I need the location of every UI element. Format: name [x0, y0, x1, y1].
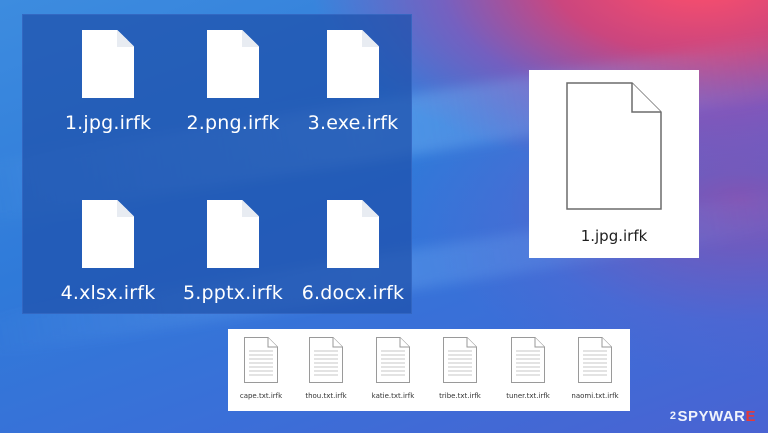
text-file-icon [578, 337, 612, 383]
desktop-background: 1.jpg.irfk 2.png.irfk 3.exe.irfk 4.xlsx.… [0, 0, 768, 433]
file-item[interactable]: 1.jpg.irfk [44, 30, 172, 134]
file-item[interactable]: naomi.txt.irfk [565, 337, 625, 400]
file-name: 6.docx.irfk [301, 282, 405, 304]
file-item[interactable]: tuner.txt.irfk [498, 337, 558, 400]
text-files-strip[interactable]: cape.txt.irfk thou.txt.irfk katie.txt.ir… [228, 329, 630, 411]
file-name: 5.pptx.irfk [183, 282, 283, 304]
file-icon [327, 200, 379, 268]
file-name: 2.png.irfk [186, 112, 280, 134]
file-name: cape.txt.irfk [239, 392, 283, 400]
file-name: 4.xlsx.irfk [60, 282, 156, 304]
file-item[interactable]: 2.png.irfk [169, 30, 297, 134]
text-file-icon [376, 337, 410, 383]
file-name: tribe.txt.irfk [439, 392, 481, 400]
file-item[interactable]: 3.exe.irfk [289, 30, 417, 134]
file-name: katie.txt.irfk [371, 392, 415, 400]
file-item[interactable]: 6.docx.irfk [289, 200, 417, 304]
watermark-number: 2 [669, 410, 677, 422]
file-item[interactable]: cape.txt.irfk [231, 337, 291, 400]
file-item[interactable]: tribe.txt.irfk [430, 337, 490, 400]
file-item[interactable]: thou.txt.irfk [296, 337, 356, 400]
file-name: thou.txt.irfk [305, 392, 347, 400]
watermark-accent-letter: E [745, 408, 756, 425]
file-item[interactable]: 4.xlsx.irfk [44, 200, 172, 304]
file-icon [82, 30, 134, 98]
text-file-icon [309, 337, 343, 383]
file-name: 3.exe.irfk [307, 112, 399, 134]
file-item[interactable]: 5.pptx.irfk [169, 200, 297, 304]
file-icon [327, 30, 379, 98]
text-file-icon [244, 337, 278, 383]
file-name: tuner.txt.irfk [506, 392, 550, 400]
watermark-logo: 2SPYWARE [670, 408, 756, 425]
file-icon [207, 30, 259, 98]
file-icon [82, 200, 134, 268]
file-icon [207, 200, 259, 268]
selected-files-panel[interactable]: 1.jpg.irfk 2.png.irfk 3.exe.irfk 4.xlsx.… [22, 14, 412, 314]
file-name: 1.jpg.irfk [64, 112, 152, 134]
file-name: 1.jpg.irfk [580, 227, 648, 245]
watermark-text: SPYWAR [677, 408, 746, 425]
text-file-icon [511, 337, 545, 383]
text-file-icon [443, 337, 477, 383]
file-icon [566, 82, 662, 210]
large-file-preview[interactable]: 1.jpg.irfk [529, 70, 699, 258]
file-name: naomi.txt.irfk [571, 392, 619, 400]
file-item[interactable]: katie.txt.irfk [363, 337, 423, 400]
